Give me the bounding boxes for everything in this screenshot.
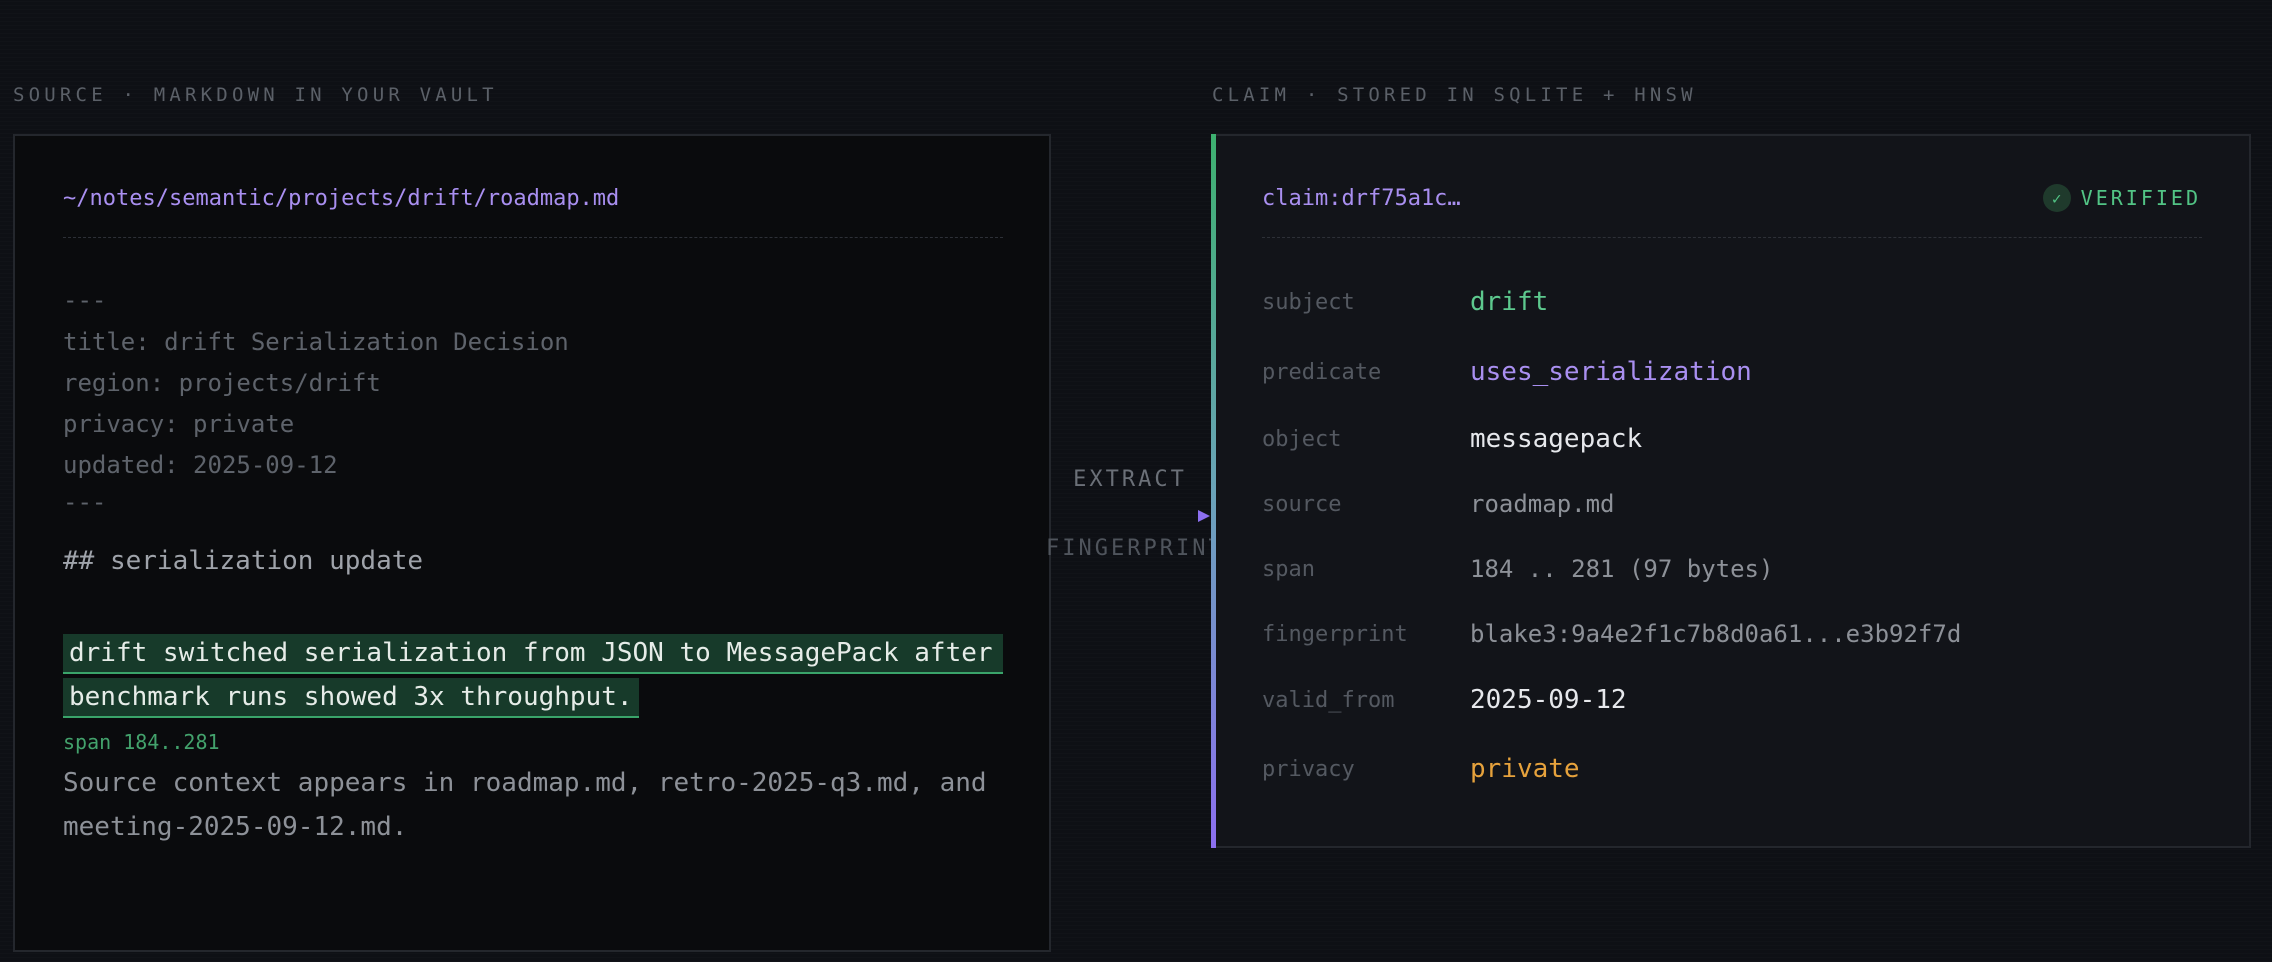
check-icon: ✓ <box>2042 184 2071 212</box>
source-section-label: SOURCE · MARKDOWN IN YOUR VAULT <box>13 84 498 106</box>
field-value: messagepack <box>1470 424 1643 454</box>
claim-section-label: CLAIM · STORED IN SQLITE + HNSW <box>1212 84 1697 106</box>
claim-id[interactable]: claim:drf75a1c… <box>1262 186 1461 211</box>
field-key: source <box>1262 491 1342 517</box>
field-key: privacy <box>1262 756 1355 782</box>
source-panel: ~/notes/semantic/projects/drift/roadmap.… <box>13 134 1051 952</box>
context-line: meeting-2025-09-12.md. <box>63 812 408 842</box>
highlighted-span-line[interactable]: benchmark runs showed 3x throughput. <box>63 678 639 718</box>
frontmatter-line: updated: 2025-09-12 <box>63 451 338 479</box>
context-line: Source context appears in roadmap.md, re… <box>63 768 987 798</box>
field-key: predicate <box>1262 359 1382 385</box>
verified-status: VERIFIED <box>2080 186 2201 210</box>
field-value: 2025-09-12 <box>1470 685 1627 715</box>
extract-label: EXTRACT <box>1073 467 1187 492</box>
field-value: 184 .. 281 (97 bytes) <box>1470 555 1774 583</box>
field-value: drift <box>1470 287 1549 317</box>
field-value: uses_serialization <box>1470 357 1752 387</box>
panel-accent-bar <box>1211 134 1216 848</box>
field-value[interactable]: roadmap.md <box>1470 490 1615 518</box>
field-row-span: span 184 .. 281 (97 bytes) <box>1262 549 1773 589</box>
frontmatter-line: privacy: private <box>63 410 295 438</box>
highlighted-span-line[interactable]: drift switched serialization from JSON t… <box>63 634 1003 674</box>
frontmatter-line: --- <box>63 488 107 516</box>
arrow-right-icon <box>1056 510 1210 522</box>
field-row-source: source roadmap.md <box>1262 484 1615 524</box>
field-row-fingerprint: fingerprint blake3:9a4e2f1c7b8d0a61...e3… <box>1262 614 1961 654</box>
field-row-subject: subject drift <box>1262 282 1548 322</box>
frontmatter-line: title: drift Serialization Decision <box>63 328 569 356</box>
field-row-valid-from: valid_from 2025-09-12 <box>1262 680 1627 720</box>
field-row-privacy: privacy private <box>1262 749 1580 789</box>
claim-panel: claim:drf75a1c… ✓ VERIFIED subject drift… <box>1211 134 2251 848</box>
markdown-heading: ## serialization update <box>63 546 424 576</box>
field-value: private <box>1470 754 1580 784</box>
verified-badge: ✓ VERIFIED <box>2042 184 2201 212</box>
field-row-predicate: predicate uses_serialization <box>1262 352 1752 392</box>
frontmatter-line: region: projects/drift <box>63 369 381 397</box>
frontmatter-line: --- <box>63 286 107 314</box>
field-key: valid_from <box>1262 687 1395 713</box>
field-key: subject <box>1262 289 1355 315</box>
field-row-object: object messagepack <box>1262 419 1642 459</box>
field-key: object <box>1262 426 1342 452</box>
file-path-link[interactable]: ~/notes/semantic/projects/drift/roadmap.… <box>63 186 619 211</box>
fingerprint-label: FINGERPRINT <box>1046 536 1225 561</box>
divider <box>63 237 1003 238</box>
divider <box>1262 237 2202 238</box>
field-key: fingerprint <box>1262 621 1408 647</box>
field-value: blake3:9a4e2f1c7b8d0a61...e3b92f7d <box>1470 620 1962 648</box>
span-tag: span 184..281 <box>63 730 220 754</box>
field-key: span <box>1262 556 1315 582</box>
